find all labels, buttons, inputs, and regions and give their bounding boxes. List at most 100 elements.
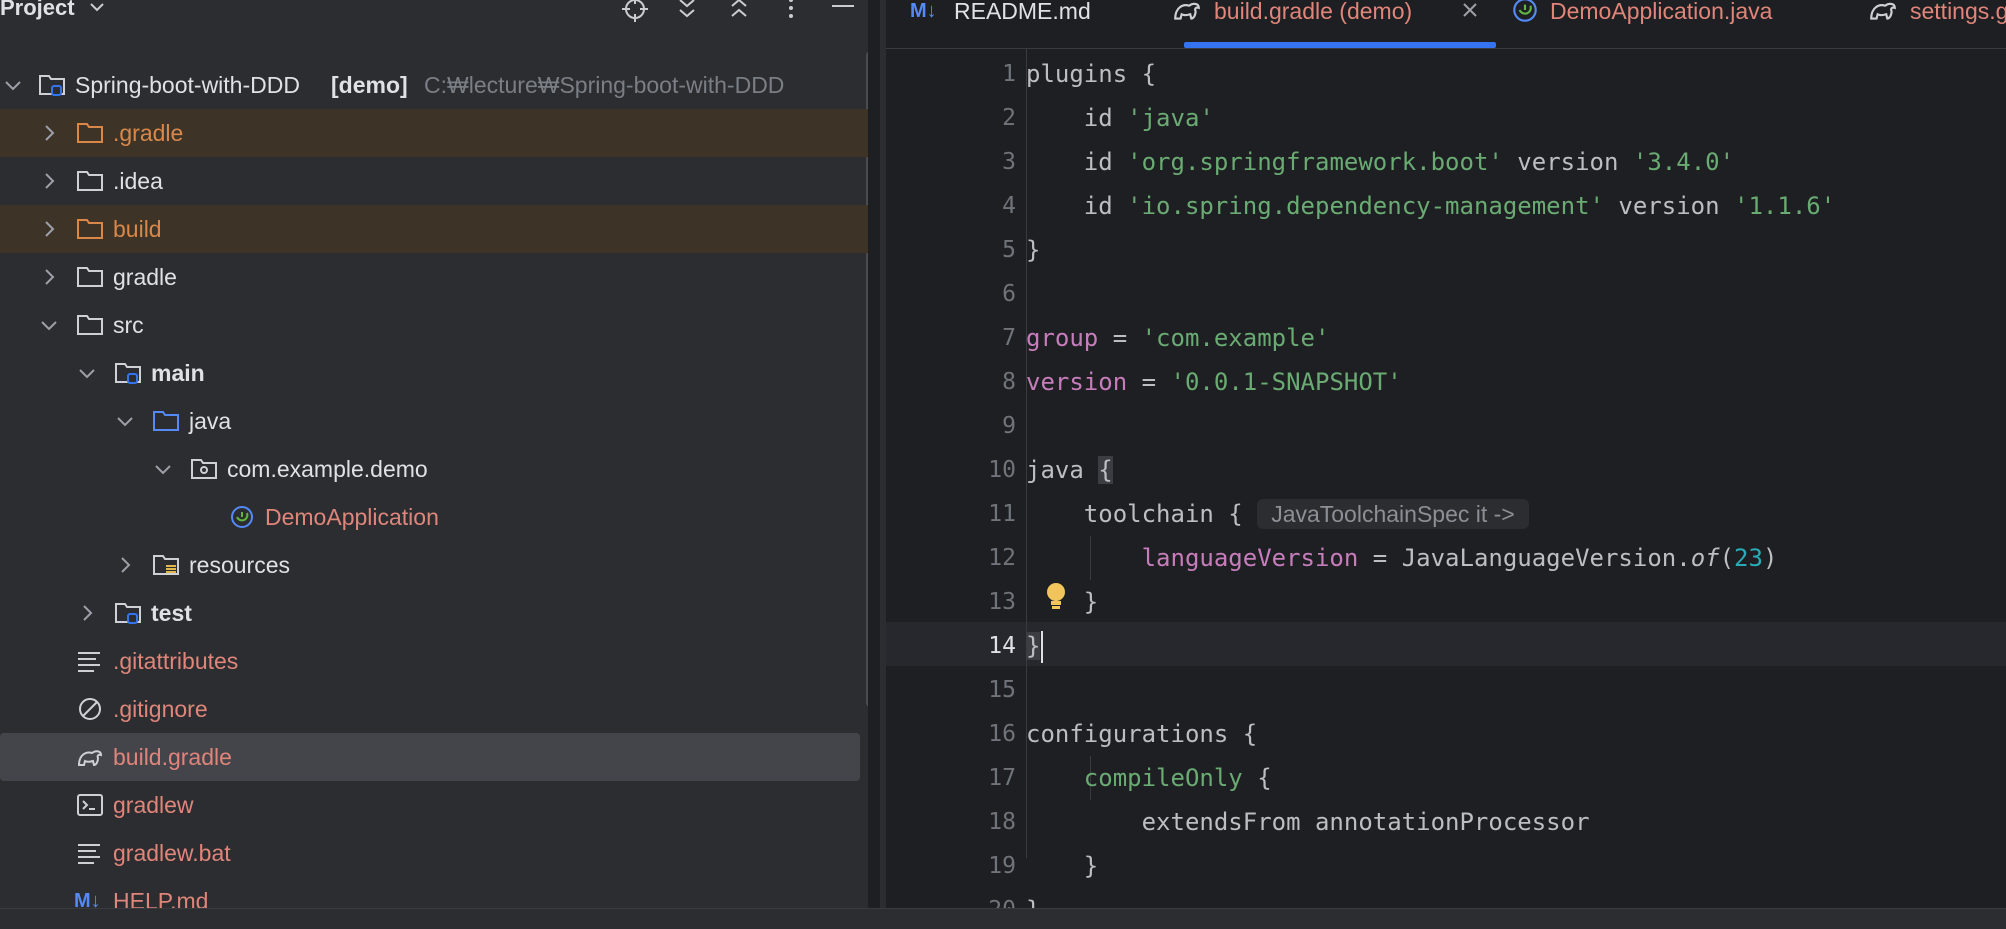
folder-icon xyxy=(77,267,103,287)
tree-item-src[interactable]: src xyxy=(0,301,868,349)
code-line[interactable]: id 'org.springframework.boot' version '3… xyxy=(1026,140,1734,184)
code-property: version xyxy=(1026,368,1128,396)
line-number: 3 xyxy=(1002,149,1016,175)
tree-item-label: java xyxy=(189,408,232,434)
code-token: } xyxy=(1026,896,1040,908)
code-string: 'org.springframework.boot' xyxy=(1127,148,1503,176)
close-icon[interactable] xyxy=(1460,0,1480,20)
chevron-right-icon[interactable] xyxy=(38,218,60,240)
tree-item-gradlew-bat[interactable]: gradlew.bat xyxy=(0,829,868,877)
tab-settings-gradle[interactable]: settings.g xyxy=(1868,0,2006,48)
code-line[interactable]: compileOnly { xyxy=(1026,756,1272,800)
code-line[interactable]: toolchain { JavaToolchainSpec it -> xyxy=(1026,492,1529,536)
code-line[interactable]: version = '0.0.1-SNAPSHOT' xyxy=(1026,360,1402,404)
line-number: 7 xyxy=(1002,325,1016,351)
chevron-down-icon[interactable] xyxy=(152,458,174,480)
tab-demo-application[interactable]: DemoApplication.java xyxy=(1510,0,1810,48)
ignore-file-icon xyxy=(79,698,101,720)
tree-item-label: .gitignore xyxy=(113,696,208,722)
folder-icon xyxy=(77,315,103,335)
code-token: } xyxy=(1026,236,1041,264)
line-number-current: 14 xyxy=(988,633,1016,659)
line-number: 10 xyxy=(988,457,1016,483)
tree-item-build-gradle[interactable]: build.gradle xyxy=(0,733,860,781)
tree-root-path: C:₩lecture₩Spring-boot-with-DDD xyxy=(424,72,785,98)
tree-item-idea[interactable]: .idea xyxy=(0,157,868,205)
line-number: 20 xyxy=(956,888,1016,908)
code-line[interactable]: } xyxy=(1026,888,1040,908)
tree-root[interactable]: Spring-boot-with-DDD [demo] C:₩lecture₩S… xyxy=(0,61,868,109)
chevron-down-icon[interactable] xyxy=(2,74,24,96)
resources-folder-icon xyxy=(153,555,179,575)
line-number: 5 xyxy=(1002,237,1016,263)
tree-item-label: com.example.demo xyxy=(227,456,428,482)
expand-all-icon[interactable] xyxy=(672,0,702,26)
code-line[interactable]: java { xyxy=(1026,448,1113,492)
chevron-right-icon[interactable] xyxy=(114,554,136,576)
code-string: 'com.example' xyxy=(1141,324,1330,352)
chevron-down-icon[interactable] xyxy=(76,362,98,384)
tree-item-test[interactable]: test xyxy=(0,589,868,637)
current-line-highlight xyxy=(886,622,2006,666)
module-folder-icon xyxy=(115,603,141,624)
code-line-current[interactable]: } xyxy=(1026,624,1044,668)
tab-readme[interactable]: M↓ README.md xyxy=(910,0,1180,48)
code-method: of xyxy=(1690,544,1720,572)
gradle-icon xyxy=(1174,2,1200,20)
code-string: '1.1.6' xyxy=(1734,192,1836,220)
code-line[interactable]: plugins { xyxy=(1026,52,1156,96)
code-line[interactable]: configurations { xyxy=(1026,712,1257,756)
editor: M↓ README.md build.gradle (demo) DemoApp… xyxy=(886,0,2006,908)
code-line[interactable]: languageVersion = JavaLanguageVersion.of… xyxy=(1026,536,1778,580)
line-number: 15 xyxy=(988,677,1016,703)
collapse-all-icon[interactable] xyxy=(724,0,754,26)
chevron-down-icon[interactable] xyxy=(114,410,136,432)
code-token: configurations { xyxy=(1026,720,1258,748)
line-number: 1 xyxy=(1002,61,1016,87)
tree-item-gitattributes[interactable]: .gitattributes xyxy=(0,637,868,685)
line-number: 18 xyxy=(988,809,1016,835)
code-line[interactable]: } xyxy=(1026,844,1098,888)
code-method: compileOnly xyxy=(1083,764,1243,792)
code-token: { xyxy=(1242,764,1272,792)
code-token: id xyxy=(1026,192,1128,220)
code-line[interactable]: id 'java' xyxy=(1026,96,1214,140)
tree-item-gitignore[interactable]: .gitignore xyxy=(0,685,868,733)
locate-icon[interactable] xyxy=(620,0,650,26)
tree-item-label: .gitattributes xyxy=(113,648,239,674)
chevron-right-icon[interactable] xyxy=(38,122,60,144)
chevron-down-icon[interactable] xyxy=(86,0,108,18)
inlay-hint[interactable]: JavaToolchainSpec it -> xyxy=(1257,499,1529,529)
code-token: = JavaLanguageVersion. xyxy=(1358,544,1691,572)
tab-build-gradle[interactable]: build.gradle (demo) xyxy=(1172,0,1502,48)
tree-item-gradlew[interactable]: gradlew xyxy=(0,781,868,829)
chevron-right-icon[interactable] xyxy=(38,170,60,192)
chevron-right-icon[interactable] xyxy=(38,266,60,288)
code-line[interactable]: extendsFrom annotationProcessor xyxy=(1026,800,1590,844)
module-folder-icon xyxy=(115,363,141,384)
project-panel-title[interactable]: Project xyxy=(0,0,75,21)
chevron-right-icon[interactable] xyxy=(76,602,98,624)
text-caret xyxy=(1041,631,1044,663)
code-token: id xyxy=(1026,148,1128,176)
tree-item-gradle[interactable]: gradle xyxy=(0,253,868,301)
tree-item-build[interactable]: build xyxy=(0,205,868,253)
module-folder-icon xyxy=(39,75,65,96)
minimize-icon[interactable] xyxy=(828,0,858,26)
tree-item-resources[interactable]: resources xyxy=(0,541,868,589)
code-line[interactable]: group = 'com.example' xyxy=(1026,316,1329,360)
line-number: 16 xyxy=(988,721,1016,747)
tree-item-demo-application[interactable]: DemoApplication xyxy=(0,493,868,541)
chevron-down-icon[interactable] xyxy=(38,314,60,336)
code-line[interactable]: } xyxy=(1026,228,1040,272)
tree-item-package[interactable]: com.example.demo xyxy=(0,445,868,493)
matched-brace: { xyxy=(1098,456,1113,484)
code-token: toolchain { xyxy=(1026,500,1258,528)
tree-item-main[interactable]: main xyxy=(0,349,868,397)
code-line[interactable]: } xyxy=(1026,580,1098,624)
tree-item-gradle-cache[interactable]: .gradle xyxy=(0,109,868,157)
more-options-icon[interactable] xyxy=(776,0,806,26)
tree-item-java[interactable]: java xyxy=(0,397,868,445)
code-line[interactable]: id 'io.spring.dependency-management' ver… xyxy=(1026,184,1835,228)
tree-item-label: .gradle xyxy=(113,120,184,146)
